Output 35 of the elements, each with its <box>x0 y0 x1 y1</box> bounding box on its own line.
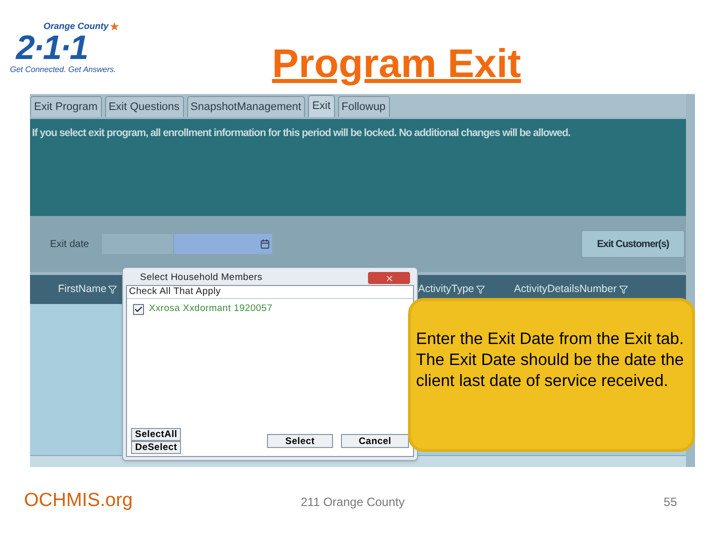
member-name: Xxrosa Xxdormant 1920057 <box>149 302 272 316</box>
footer-site: OCHMIS.org <box>24 488 133 512</box>
checkbox[interactable] <box>133 304 144 315</box>
filter-icon[interactable] <box>476 285 486 294</box>
calendar-icon[interactable] <box>260 239 270 249</box>
tab[interactable]: Exit Questions <box>104 96 184 117</box>
dialog-title: Select Household Members <box>140 270 262 285</box>
filter-icon[interactable] <box>618 285 628 294</box>
deselect-button[interactable]: DeSelect <box>131 441 182 454</box>
footer-org: 211 Orange County <box>300 494 405 511</box>
tab[interactable]: Followup <box>338 96 390 117</box>
date-field[interactable] <box>102 234 173 254</box>
star-icon <box>110 22 118 31</box>
column-header[interactable]: FirstName <box>58 282 106 298</box>
list-heading: Check All That Apply <box>127 286 413 299</box>
field-label: Exit date <box>50 238 89 252</box>
page-number: 55 <box>664 494 677 511</box>
filter-icon[interactable] <box>108 285 118 294</box>
exit-customers-button[interactable]: Exit Customer(s) <box>581 230 685 258</box>
tab[interactable]: Exit <box>308 95 335 117</box>
tab[interactable]: Exit Program <box>30 96 102 117</box>
select-button[interactable]: Select <box>267 434 333 448</box>
logo-region: Orange County <box>43 22 108 31</box>
notice-text: If you select exit program, all enrollment information for this period will be locked. No additional changes will be allowed. <box>32 126 572 141</box>
logo-tagline: Get Connected. Get Answers. <box>10 66 116 74</box>
callout-text: Enter the Exit Date from the Exit tab. The Exit Date should be the date the client last date of service received. <box>416 329 685 392</box>
column-header[interactable]: ActivityType <box>418 282 474 298</box>
select-all-button[interactable]: SelectAll <box>131 428 182 441</box>
slide-title: Program Exit <box>272 44 521 84</box>
close-icon[interactable] <box>384 274 394 282</box>
cancel-button[interactable]: Cancel <box>341 434 409 448</box>
tab[interactable]: SnapshotManagement <box>186 96 306 117</box>
date-input[interactable] <box>174 234 272 254</box>
column-header[interactable]: ActivityDetailsNumber <box>514 282 617 298</box>
logo-mark: 2·1·1 <box>16 31 87 65</box>
